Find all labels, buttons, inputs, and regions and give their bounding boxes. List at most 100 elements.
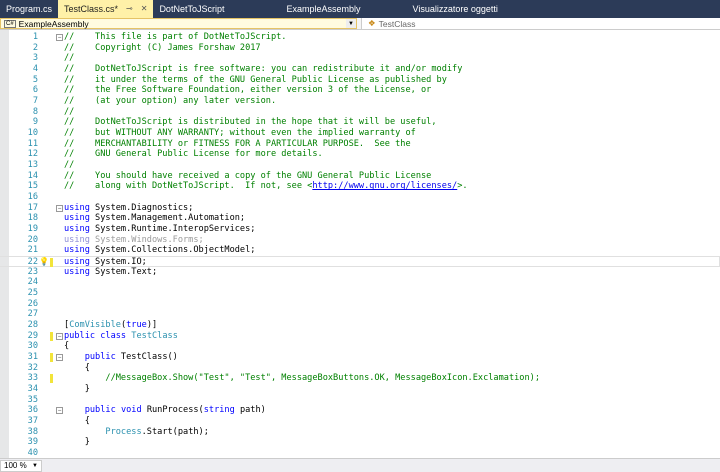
code-token: // GNU General Public License for more d… — [64, 149, 323, 159]
class-icon: ❖ — [368, 18, 376, 29]
code-line[interactable]: 40 — [0, 448, 720, 458]
collapse-icon[interactable]: − — [56, 333, 63, 340]
code-line[interactable]: 21using System.Collections.ObjectModel; — [0, 245, 720, 256]
line-number: 38 — [10, 427, 38, 438]
code-line[interactable]: 35 — [0, 395, 720, 406]
code-editor[interactable]: 1−// This file is part of DotNetToJScrip… — [0, 30, 720, 458]
code-line[interactable]: 11// MERCHANTABILITY or FITNESS FOR A PA… — [0, 139, 720, 150]
close-icon[interactable]: ✕ — [141, 0, 148, 18]
collapse-icon[interactable]: − — [56, 34, 63, 41]
code-line[interactable]: 13// — [0, 160, 720, 171]
code-text: //MessageBox.Show("Test", "Test", Messag… — [64, 373, 540, 384]
line-number: 3 — [10, 53, 38, 64]
code-line[interactable]: 2// Copyright (C) James Forshaw 2017 — [0, 43, 720, 54]
code-line[interactable]: 17−using System.Diagnostics; — [0, 203, 720, 214]
code-line[interactable]: 8// — [0, 107, 720, 118]
code-line[interactable]: 1−// This file is part of DotNetToJScrip… — [0, 32, 720, 43]
code-line[interactable]: 3// — [0, 53, 720, 64]
tab-dotnettojscript[interactable]: DotNetToJScript — [153, 0, 230, 18]
code-text: using System.Windows.Forms; — [64, 235, 204, 246]
code-token: Process — [105, 427, 141, 437]
code-token: using — [64, 213, 90, 223]
code-token: >. — [457, 181, 467, 191]
code-token: System.Management.Automation; — [90, 213, 245, 223]
code-line[interactable]: 33 //MessageBox.Show("Test", "Test", Mes… — [0, 373, 720, 384]
code-line[interactable]: 38 Process.Start(path); — [0, 427, 720, 438]
code-line[interactable]: 23using System.Text; — [0, 267, 720, 278]
code-line[interactable]: 25 — [0, 288, 720, 299]
collapse-icon[interactable]: − — [56, 407, 63, 414]
license-link[interactable]: http://www.gnu.org/licenses/ — [312, 181, 457, 191]
code-line[interactable]: 28[ComVisible(true)] — [0, 320, 720, 331]
project-dropdown[interactable]: C# ExampleAssembly ▼ — [0, 18, 357, 29]
code-line[interactable]: 27 — [0, 309, 720, 320]
code-line[interactable]: 15// along with DotNetToJScript. If not,… — [0, 181, 720, 192]
line-number: 14 — [10, 171, 38, 182]
code-token: using — [64, 235, 90, 245]
line-number: 7 — [10, 96, 38, 107]
line-number: 36 — [10, 405, 38, 416]
code-line[interactable]: 16 — [0, 192, 720, 203]
line-number: 10 — [10, 128, 38, 139]
code-line[interactable]: 30{ — [0, 341, 720, 352]
code-token: using — [64, 203, 90, 213]
code-text: public TestClass() — [64, 352, 178, 363]
line-number: 33 — [10, 373, 38, 384]
code-text: { — [64, 341, 69, 352]
code-line[interactable]: 31− public TestClass() — [0, 352, 720, 363]
code-line[interactable]: 24 — [0, 277, 720, 288]
collapse-icon[interactable]: − — [56, 354, 63, 361]
code-token: System.Runtime.InteropServices; — [90, 224, 256, 234]
line-number: 29 — [10, 331, 38, 342]
tab-exampleassembly[interactable]: ExampleAssembly — [280, 0, 366, 18]
code-token: { — [64, 341, 69, 351]
code-line[interactable]: 20using System.Windows.Forms; — [0, 235, 720, 246]
code-token: RunProcess( — [142, 405, 204, 415]
code-line[interactable]: 19using System.Runtime.InteropServices; — [0, 224, 720, 235]
chevron-down-icon[interactable]: ▼ — [346, 19, 356, 28]
tab-visualizzatore-oggetti[interactable]: Visualizzatore oggetti — [407, 0, 504, 18]
code-text: // GNU General Public License for more d… — [64, 149, 323, 160]
zoom-dropdown[interactable]: 100 % ▼ — [0, 460, 42, 472]
line-number: 18 — [10, 213, 38, 224]
editor-status-bar: 100 % ▼ — [0, 458, 720, 472]
code-line[interactable]: 39 } — [0, 437, 720, 448]
code-text: } — [64, 437, 90, 448]
pin-icon[interactable]: ⊸ — [126, 0, 133, 18]
code-token: { — [64, 363, 90, 373]
code-line[interactable]: 34 } — [0, 384, 720, 395]
code-line[interactable]: 12// GNU General Public License for more… — [0, 149, 720, 160]
code-token: // — [64, 160, 74, 170]
code-line[interactable]: 18 using System.Management.Automation; — [0, 213, 720, 224]
code-token: )] — [147, 320, 157, 330]
tab-testclass-cs[interactable]: TestClass.cs*⊸✕ — [58, 0, 153, 18]
code-line[interactable]: 26 — [0, 299, 720, 310]
code-line[interactable]: 32 { — [0, 363, 720, 374]
code-line[interactable]: 14// You should have received a copy of … — [0, 171, 720, 182]
code-text: } — [64, 384, 90, 395]
tab-program-cs[interactable]: Program.cs — [0, 0, 58, 18]
collapse-icon[interactable]: − — [56, 205, 63, 212]
code-line[interactable]: 37 { — [0, 416, 720, 427]
code-token — [64, 352, 85, 362]
code-line[interactable]: 5// it under the terms of the GNU Genera… — [0, 75, 720, 86]
code-token: using — [64, 245, 90, 255]
code-line[interactable]: 36− public void RunProcess(string path) — [0, 405, 720, 416]
member-dropdown[interactable]: ❖ TestClass — [361, 18, 720, 29]
code-token: TestClass — [131, 331, 178, 341]
code-line[interactable]: 29−public class TestClass — [0, 331, 720, 342]
code-line[interactable]: 6// the Free Software Foundation, either… — [0, 85, 720, 96]
zoom-level: 100 % — [4, 461, 27, 470]
chevron-down-icon: ▼ — [32, 463, 38, 469]
code-line[interactable]: 4// DotNetToJScript is free software: yo… — [0, 64, 720, 75]
code-text: Process.Start(path); — [64, 427, 209, 438]
line-number: 32 — [10, 363, 38, 374]
code-line[interactable]: 22💡using System.IO; — [0, 256, 720, 267]
code-token: } — [64, 437, 90, 447]
code-line[interactable]: 7// (at your option) any later version. — [0, 96, 720, 107]
code-token: TestClass() — [116, 352, 178, 362]
code-line[interactable]: 9// DotNetToJScript is distributed in th… — [0, 117, 720, 128]
code-text: // — [64, 107, 74, 118]
code-token: // MERCHANTABILITY or FITNESS FOR A PART… — [64, 139, 411, 149]
code-line[interactable]: 10// but WITHOUT ANY WARRANTY; without e… — [0, 128, 720, 139]
